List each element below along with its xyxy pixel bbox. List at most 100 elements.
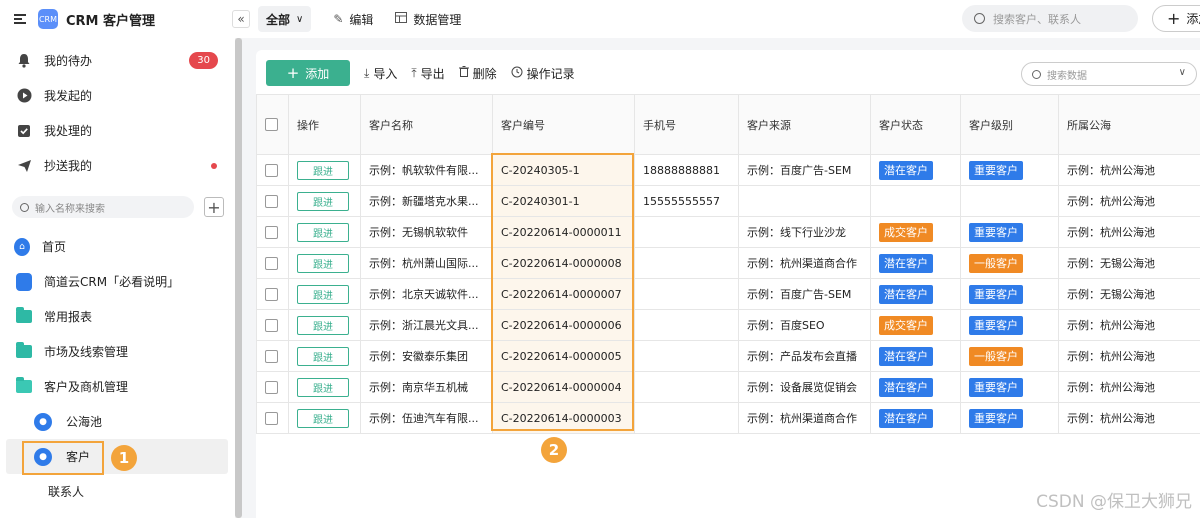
follow-up-button[interactable]: 跟进 [297, 253, 349, 273]
row-checkbox[interactable] [265, 349, 278, 363]
add-record-button[interactable]: + 添加 [266, 60, 350, 86]
table-row[interactable]: 跟进 示例：伍迪汽车有限... C-20220614-0000003 示例：杭州渠道商… [256, 402, 1200, 434]
operation-log-button[interactable]: 操作记录 [511, 65, 575, 82]
level-cell: 重要客户 [960, 371, 1059, 403]
row-checkbox[interactable] [265, 380, 278, 394]
row-select-cell [256, 278, 289, 310]
sidebar-item-home[interactable]: ⌂ 首页 [0, 229, 234, 264]
status-tag: 潜在客户 [879, 253, 933, 273]
import-button[interactable]: ⤓ 导入 [364, 65, 397, 82]
row-checkbox[interactable] [265, 256, 278, 270]
row-checkbox[interactable] [265, 287, 278, 301]
sidebar-item-market[interactable]: 市场及线索管理 [0, 334, 234, 369]
table-body: 跟进 示例：帆软软件有限... C-20240305-1 18888888881 示例：… [256, 154, 1200, 434]
status-cell: 潜在客户 [870, 154, 961, 186]
customer-code-cell: C-20220614-0000005 [492, 340, 635, 372]
status-cell: 潜在客户 [870, 247, 961, 279]
level-tag: 重要客户 [969, 222, 1023, 242]
customer-name-cell: 示例：新疆塔克水果... [360, 185, 493, 217]
table-row[interactable]: 跟进 示例：安徽泰乐集团 C-20220614-0000005 示例：产品发布会直播潜… [256, 340, 1200, 372]
data-manage-button[interactable]: 数据管理 [395, 11, 461, 28]
status-cell: 潜在客户 [870, 278, 961, 310]
source-cell: 示例：百度广告-SEM [738, 154, 871, 186]
table-row[interactable]: 跟进 示例：南京华五机械 C-20220614-0000004 示例：设备展览促销会潜… [256, 371, 1200, 403]
follow-up-button[interactable]: 跟进 [297, 160, 349, 180]
action-cell: 跟进 [288, 309, 361, 341]
sidebar-item-label: 公海池 [66, 415, 103, 429]
row-checkbox[interactable] [265, 318, 278, 332]
customer-code-cell: C-20220614-0000003 [492, 402, 635, 434]
column-header[interactable]: 客户状态 [870, 94, 961, 155]
sidebar-item-guide[interactable]: 简道云CRM「必看说明」 [0, 264, 234, 299]
phone-cell [634, 340, 739, 372]
hamburger-menu-icon[interactable] [14, 14, 26, 24]
column-header[interactable]: 客户级别 [960, 94, 1059, 155]
table-row[interactable]: 跟进 示例：杭州萧山国际... C-20220614-0000008 示例：杭州渠道商… [256, 247, 1200, 279]
status-cell [870, 185, 961, 217]
column-header[interactable]: 客户名称 [360, 94, 493, 155]
customer-name-cell: 示例：北京天诚软件... [360, 278, 493, 310]
table-row[interactable]: 跟进 示例：帆软软件有限... C-20240305-1 18888888881 示例：… [256, 154, 1200, 186]
follow-up-button[interactable]: 跟进 [297, 315, 349, 335]
sidebar-scrollbar[interactable] [235, 38, 242, 518]
global-search-input[interactable]: 搜索客户、联系人 [962, 5, 1138, 32]
delete-button[interactable]: 删除 [458, 65, 497, 82]
source-cell: 示例：百度SEO [738, 309, 871, 341]
customer-code-cell: C-20220614-0000008 [492, 247, 635, 279]
clock-icon [511, 66, 523, 81]
export-button[interactable]: ⤒ 导出 [411, 65, 444, 82]
sidebar-item-cc[interactable]: 抄送我的 [0, 148, 234, 183]
row-checkbox[interactable] [265, 411, 278, 425]
sidebar-item-todo[interactable]: 我的待办 30 [0, 43, 234, 78]
edit-button[interactable]: ✎ 编辑 [333, 11, 373, 28]
level-tag: 重要客户 [969, 377, 1023, 397]
column-header[interactable]: 操作 [288, 94, 361, 155]
customer-table: 操作 客户名称 客户编号 手机号 客户来源 客户状态 客户级别 所属公海 跟进示… [256, 94, 1200, 434]
level-tag: 重要客户 [969, 408, 1023, 428]
row-checkbox[interactable] [265, 194, 278, 208]
sidebar-item-handled[interactable]: 我处理的 [0, 113, 234, 148]
sidebar-item-public-pool[interactable]: ● 公海池 [0, 404, 234, 439]
collapse-sidebar-icon[interactable]: « [232, 10, 250, 28]
sidebar-search-input[interactable]: 输入名称来搜索 [12, 196, 194, 218]
scrollbar-thumb[interactable] [235, 38, 242, 518]
level-cell: 一般客户 [960, 340, 1059, 372]
column-header[interactable]: 所属公海 [1058, 94, 1200, 155]
follow-up-button[interactable]: 跟进 [297, 222, 349, 242]
table-row[interactable]: 跟进 示例：新疆塔克水果... C-20240301-1 15555555557 示例：… [256, 185, 1200, 217]
action-cell: 跟进 [288, 340, 361, 372]
sidebar-item-reports[interactable]: 常用报表 [0, 299, 234, 334]
follow-up-button[interactable]: 跟进 [297, 346, 349, 366]
sidebar-item-label: 联系人 [48, 485, 85, 499]
row-checkbox[interactable] [265, 163, 278, 177]
follow-up-button[interactable]: 跟进 [297, 284, 349, 304]
follow-up-button[interactable]: 跟进 [297, 408, 349, 428]
data-search-input[interactable]: 搜索数据 ∨ [1021, 62, 1197, 86]
customer-name-cell: 示例：杭州萧山国际... [360, 247, 493, 279]
sidebar-item-customer-mgmt[interactable]: 客户及商机管理 [0, 369, 234, 404]
todo-count-badge: 30 [189, 52, 218, 69]
top-add-button[interactable]: + 添加 [1152, 5, 1200, 32]
sidebar-item-initiated[interactable]: 我发起的 [0, 78, 234, 113]
view-select[interactable]: 全部 ∨ [258, 6, 312, 32]
pool-cell: 示例：杭州公海池 [1058, 402, 1200, 434]
home-icon: ⌂ [14, 237, 30, 256]
table-row[interactable]: 跟进 示例：无锡帆软软件 C-20220614-0000011 示例：线下行业沙龙 成交… [256, 216, 1200, 248]
column-header[interactable]: 客户编号 [492, 94, 635, 155]
select-all-checkbox[interactable] [265, 118, 278, 132]
follow-up-button[interactable]: 跟进 [297, 191, 349, 211]
follow-up-button[interactable]: 跟进 [297, 377, 349, 397]
sidebar-item-contacts[interactable]: 联系人 [0, 474, 234, 509]
pool-cell: 示例：杭州公海池 [1058, 216, 1200, 248]
row-checkbox[interactable] [265, 225, 278, 239]
table-row[interactable]: 跟进 示例：北京天诚软件... C-20220614-0000007 示例：百度广告-… [256, 278, 1200, 310]
data-manage-label: 数据管理 [413, 12, 462, 27]
phone-cell [634, 371, 739, 403]
sidebar-add-button[interactable]: + [204, 197, 224, 217]
table-row[interactable]: 跟进 示例：浙江晨光文具... C-20220614-0000006 示例：百度SEO… [256, 309, 1200, 341]
column-header[interactable]: 客户来源 [738, 94, 871, 155]
column-header[interactable]: 手机号 [634, 94, 739, 155]
edit-label: 编辑 [349, 12, 374, 27]
level-cell: 重要客户 [960, 216, 1059, 248]
top-bar: « 全部 ∨ ✎ 编辑 数据管理 搜索客户、联系人 + 添加 [232, 0, 1200, 38]
